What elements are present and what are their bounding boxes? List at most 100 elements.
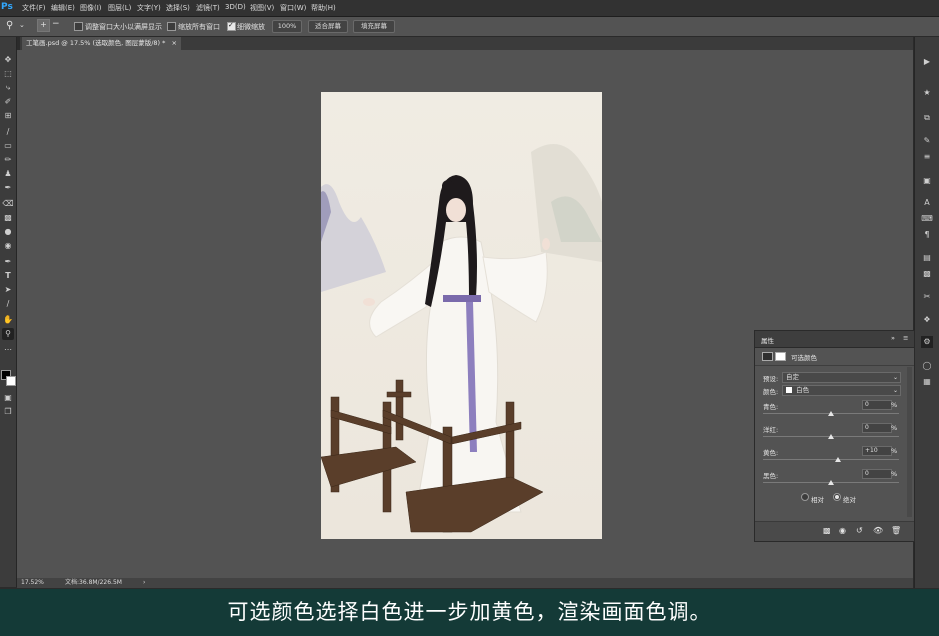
colors-select[interactable]: 白色 ⌄ [782, 385, 901, 396]
magenta-value[interactable]: 0 [862, 423, 892, 433]
visibility-icon[interactable]: 👁 [873, 526, 883, 535]
magenta-slider-thumb[interactable] [828, 434, 834, 439]
zoom-tool-icon[interactable]: ⚲ [6, 20, 13, 31]
blur-tool-icon[interactable]: ● [2, 226, 14, 238]
crop-tool-icon[interactable]: ⊞ [2, 110, 14, 122]
menu-select[interactable]: 选择(S) [166, 3, 190, 13]
zoom-level[interactable]: 17.52% [21, 578, 44, 588]
status-bar: 17.52% 文档:36.8M/226.5M › [17, 578, 913, 588]
lasso-tool-icon[interactable]: ⤷ [2, 82, 14, 94]
background-color-swatch[interactable] [6, 376, 16, 386]
document-image[interactable] [321, 92, 602, 539]
menu-type[interactable]: 文字(Y) [137, 3, 161, 13]
zoom-100-button[interactable]: 100% [272, 20, 302, 33]
zoom-tool-icon[interactable]: ⚲ [2, 328, 14, 340]
brush-tool-icon[interactable]: ✏ [2, 154, 14, 166]
panel-scrollbar[interactable] [907, 367, 912, 517]
preset-select[interactable]: 自定 ⌄ [782, 372, 901, 383]
properties-panel-title[interactable]: 属性 [761, 335, 774, 345]
quick-select-tool-icon[interactable]: ✐ [2, 96, 14, 108]
play-icon[interactable]: ▶ [921, 56, 933, 68]
clone-stamp-tool-icon[interactable]: ♟ [2, 168, 14, 180]
absolute-label: 绝对 [843, 496, 856, 504]
character-icon[interactable]: A [921, 197, 933, 209]
brush-presets-icon[interactable]: ✎ [921, 135, 933, 147]
type-tool-icon[interactable]: T [2, 270, 14, 282]
colors-value: 白色 [796, 386, 810, 394]
fill-screen-button[interactable]: 填充屏幕 [353, 20, 395, 33]
cyan-slider-thumb[interactable] [828, 411, 834, 416]
yellow-slider-thumb[interactable] [834, 457, 841, 462]
menu-view[interactable]: 视图(V) [250, 3, 274, 13]
more-tools-icon[interactable]: ⋯ [2, 344, 14, 356]
document-tab[interactable]: 工笔画.psd @ 17.5% (选取颜色, 图层蒙版/8) * × [22, 37, 181, 50]
collapse-icon[interactable]: » [891, 334, 895, 342]
history-brush-tool-icon[interactable]: ✒ [2, 182, 14, 194]
pen-tool-icon[interactable]: ✒ [2, 256, 14, 268]
marquee-tool-icon[interactable]: ⬚ [2, 68, 14, 80]
eyedropper-tool-icon[interactable]: ∕ [2, 126, 14, 138]
zoom-out-icon[interactable]: − [52, 19, 60, 29]
properties-panel: 属性 » ≡ 可选颜色 预设: 自定 ⌄ 颜色: 白色 ⌄ 青色: 0 % 洋红… [754, 330, 915, 542]
trash-icon[interactable]: 🗑 [891, 526, 901, 535]
zoom-in-icon[interactable]: + [37, 19, 50, 32]
chevron-down-icon[interactable]: ⌄ [19, 21, 25, 29]
preset-value: 自定 [786, 373, 799, 381]
zoom-all-checkbox[interactable] [167, 22, 176, 31]
dodge-tool-icon[interactable]: ◉ [2, 240, 14, 252]
history-icon[interactable]: ⧉ [921, 112, 933, 124]
chevron-down-icon: ⌄ [892, 374, 898, 381]
mask-icon[interactable] [775, 352, 786, 361]
styles-icon[interactable]: ❖ [921, 314, 933, 326]
screen-mode-icon[interactable]: ❐ [2, 406, 14, 418]
tools-preset-icon[interactable]: ✂ [921, 291, 933, 303]
scrubby-zoom-checkbox[interactable] [227, 21, 236, 31]
menu-file[interactable]: 文件(F) [22, 3, 46, 13]
document-tab-title: 工笔画.psd @ 17.5% (选取颜色, 图层蒙版/8) * [26, 39, 166, 47]
black-value[interactable]: 0 [862, 469, 892, 479]
line-tool-icon[interactable]: ∕ [2, 298, 14, 310]
properties-icon[interactable]: ⚙ [921, 336, 933, 348]
menu-image[interactable]: 图像(I) [80, 3, 102, 13]
eraser-tool-icon[interactable]: ⌫ [2, 198, 14, 210]
absolute-radio[interactable] [833, 493, 841, 501]
sliders-icon[interactable]: ≡ [921, 151, 933, 163]
close-icon[interactable]: × [171, 39, 176, 47]
glyphs-icon[interactable]: ⌨ [921, 213, 933, 225]
view-previous-icon[interactable]: ◉ [839, 526, 846, 535]
paragraph-icon[interactable]: ¶ [921, 229, 933, 241]
notes-icon[interactable]: ▤ [921, 252, 933, 264]
menu-help[interactable]: 帮助(H) [311, 3, 336, 13]
menu-3d[interactable]: 3D(D) [225, 3, 246, 11]
path-selection-tool-icon[interactable]: ➤ [2, 284, 14, 296]
panel-footer: ▩ ◉ ↺ 👁 🗑 [755, 521, 914, 541]
black-slider-thumb[interactable] [828, 480, 834, 485]
menu-layer[interactable]: 图层(L) [108, 3, 131, 13]
resize-windows-checkbox[interactable] [74, 22, 83, 31]
document-size: 文档:36.8M/226.5M [65, 579, 122, 586]
info-icon[interactable]: ▩ [921, 268, 933, 280]
move-tool-icon[interactable]: ✥ [2, 54, 14, 66]
grid-icon[interactable]: ▦ [921, 376, 933, 388]
reset-icon[interactable]: ↺ [856, 526, 863, 535]
clip-to-layer-icon[interactable]: ▩ [823, 526, 831, 535]
magenta-unit: % [891, 424, 898, 432]
menu-filter[interactable]: 滤镜(T) [196, 3, 220, 13]
adjustments-icon[interactable]: ★ [921, 87, 933, 99]
cyan-value[interactable]: 0 [862, 400, 892, 410]
layers-comp-icon[interactable]: ▣ [921, 175, 933, 187]
relative-radio[interactable] [801, 493, 809, 501]
quick-mask-icon[interactable]: ▣ [2, 392, 14, 404]
hand-tool-icon[interactable]: ✋ [2, 314, 14, 326]
panel-menu-icon[interactable]: ≡ [903, 334, 908, 342]
menu-edit[interactable]: 编辑(E) [51, 3, 75, 13]
channels-icon[interactable]: ◯ [921, 360, 933, 372]
menu-window[interactable]: 窗口(W) [280, 3, 306, 13]
gradient-tool-icon[interactable]: ▩ [2, 212, 14, 224]
yellow-slider-track[interactable] [763, 459, 899, 460]
healing-brush-tool-icon[interactable]: ▭ [2, 140, 14, 152]
fit-screen-button[interactable]: 适合屏幕 [308, 20, 348, 33]
yellow-value[interactable]: +10 [862, 446, 892, 456]
status-menu-arrow[interactable]: › [143, 578, 145, 588]
adjustment-layer-icon [762, 352, 773, 361]
